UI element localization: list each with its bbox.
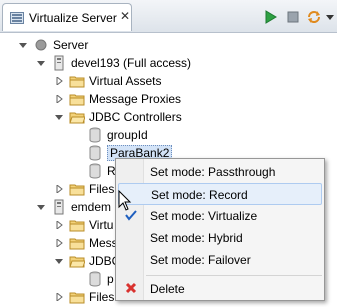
menu-separator <box>146 275 322 276</box>
folder-icon <box>69 184 85 196</box>
database-icon <box>89 271 101 287</box>
menu-item-failover[interactable]: Set mode: Failover <box>118 249 322 271</box>
collapsed-icon[interactable] <box>54 184 64 194</box>
tree-label: Mess <box>89 236 118 250</box>
tree-node-host-emdem[interactable]: emdem <box>36 198 111 216</box>
expanded-icon[interactable] <box>36 58 46 68</box>
menu-item-label: Set mode: Virtualize <box>150 209 258 223</box>
run-icon[interactable] <box>262 9 278 25</box>
tree-label: JDBC Controllers <box>89 110 182 124</box>
refresh-icon[interactable] <box>306 9 322 25</box>
folder-open-icon <box>69 256 85 268</box>
tree-node-message-proxies-2[interactable]: Mess <box>54 234 118 252</box>
menu-item-label: Delete <box>150 282 185 296</box>
collapsed-icon[interactable] <box>54 220 64 230</box>
tree-label: Virtual Assets <box>89 74 162 88</box>
menu-item-hybrid[interactable]: Set mode: Hybrid <box>118 227 322 249</box>
tree-label: Message Proxies <box>89 92 182 106</box>
folder-icon <box>69 238 85 250</box>
expanded-icon[interactable] <box>54 112 64 122</box>
collapsed-icon[interactable] <box>54 94 64 104</box>
menu-item-label: Set mode: Hybrid <box>150 231 243 245</box>
tree-label: groupId <box>107 128 148 142</box>
menu-item-virtualize[interactable]: Set mode: Virtualize <box>118 205 322 227</box>
menu-item-label: Set mode: Failover <box>150 253 251 267</box>
view-title: Virtualize Server <box>29 11 117 25</box>
mouse-cursor-icon <box>118 190 132 211</box>
tree-node-files[interactable]: Files <box>54 180 114 198</box>
tree-label: devel193 (Full access) <box>71 56 192 70</box>
folder-icon <box>69 94 85 106</box>
tree-node-message-proxies[interactable]: Message Proxies <box>54 90 181 108</box>
tree-node-r[interactable]: R <box>87 162 116 180</box>
expanded-icon[interactable] <box>18 40 28 50</box>
close-icon[interactable]: ✕ <box>120 9 130 23</box>
tree-node-p[interactable]: p <box>87 270 114 288</box>
context-menu: Set mode: Passthrough Set mode: Record S… <box>115 158 325 301</box>
tree-label: Virtu <box>89 218 114 232</box>
collapsed-icon[interactable] <box>54 292 64 302</box>
folder-icon <box>69 76 85 88</box>
host-icon <box>54 55 64 71</box>
collapsed-icon[interactable] <box>54 238 64 248</box>
database-icon <box>89 127 101 143</box>
menu-item-record[interactable]: Set mode: Record <box>118 183 322 205</box>
tree-label: p <box>107 272 114 286</box>
menu-item-delete[interactable]: Delete <box>118 278 322 300</box>
server-status-icon <box>35 39 47 51</box>
view-menu-icon[interactable] <box>325 9 335 25</box>
stop-icon[interactable] <box>285 9 301 25</box>
database-icon <box>89 145 101 161</box>
tree-node-groupid[interactable]: groupId <box>87 126 148 144</box>
tree-node-virtual-assets[interactable]: Virtual Assets <box>54 72 161 90</box>
tree-node-host-devel193[interactable]: devel193 (Full access) <box>36 54 191 72</box>
host-icon <box>54 199 64 215</box>
collapsed-icon[interactable] <box>54 76 64 86</box>
expanded-icon[interactable] <box>54 256 64 266</box>
menu-item-passthrough[interactable]: Set mode: Passthrough <box>118 161 322 183</box>
tree-label: Server <box>53 38 89 52</box>
database-icon <box>89 163 101 179</box>
server-tab-icon <box>10 12 24 24</box>
tree-node-virtual-assets-2[interactable]: Virtu <box>54 216 113 234</box>
folder-icon <box>69 292 85 304</box>
delete-icon <box>125 282 137 294</box>
expanded-icon[interactable] <box>36 202 46 212</box>
tree-node-jdbc-controllers[interactable]: JDBC Controllers <box>54 108 182 126</box>
view-toolbar: Virtualize Server ✕ <box>0 0 337 33</box>
tree-node-jdbc-controllers-2[interactable]: JDBC <box>54 252 120 270</box>
tab-virtualize-server[interactable]: Virtualize Server ✕ <box>2 3 132 31</box>
tree-label: emdem <box>71 200 112 214</box>
tree-label: Files <box>89 290 115 304</box>
tree-node-files-2[interactable]: Files <box>54 288 114 306</box>
menu-item-label: Set mode: Passthrough <box>150 165 276 179</box>
folder-icon <box>69 220 85 232</box>
folder-open-icon <box>69 112 85 124</box>
tree-node-server[interactable]: Server <box>18 36 88 54</box>
menu-item-label: Set mode: Record <box>151 188 248 202</box>
tree-label: Files <box>89 182 115 196</box>
